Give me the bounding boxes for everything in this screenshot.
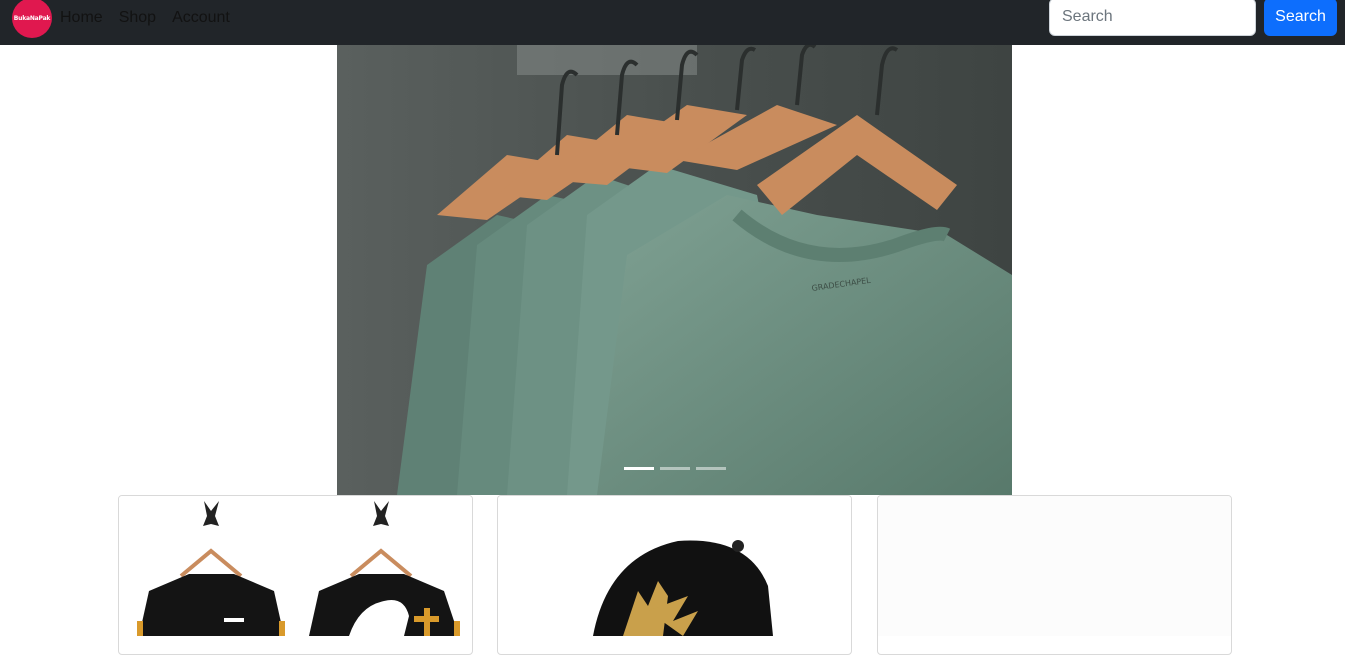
search-form: Search bbox=[1049, 0, 1337, 36]
carousel-indicator-1[interactable] bbox=[623, 467, 654, 470]
product-card-2[interactable] bbox=[497, 495, 852, 655]
nav-links: Home Shop Account bbox=[60, 0, 230, 36]
search-input[interactable] bbox=[1049, 0, 1256, 36]
search-button[interactable]: Search bbox=[1264, 0, 1337, 36]
brand-logo[interactable]: BukaNaPak bbox=[12, 0, 52, 38]
product-card-3[interactable] bbox=[877, 495, 1232, 655]
navbar: BukaNaPak Home Shop Account Search bbox=[0, 0, 1345, 45]
product-image-cap bbox=[498, 496, 851, 636]
product-card-1[interactable] bbox=[118, 495, 473, 655]
carousel-indicators bbox=[337, 467, 1012, 470]
brand-logo-text: BukaNaPak bbox=[13, 14, 51, 22]
product-image-blank bbox=[878, 496, 1231, 636]
nav-link-account[interactable]: Account bbox=[172, 9, 230, 27]
hero-carousel[interactable]: GRADECHAPEL bbox=[337, 45, 1012, 495]
nav-link-shop[interactable]: Shop bbox=[119, 9, 156, 27]
carousel-indicator-2[interactable] bbox=[659, 467, 690, 470]
nav-link-home[interactable]: Home bbox=[60, 9, 103, 27]
carousel-slide-image: GRADECHAPEL bbox=[337, 45, 1012, 495]
product-image-sweatshirts bbox=[119, 496, 472, 636]
carousel-indicator-3[interactable] bbox=[695, 467, 726, 470]
